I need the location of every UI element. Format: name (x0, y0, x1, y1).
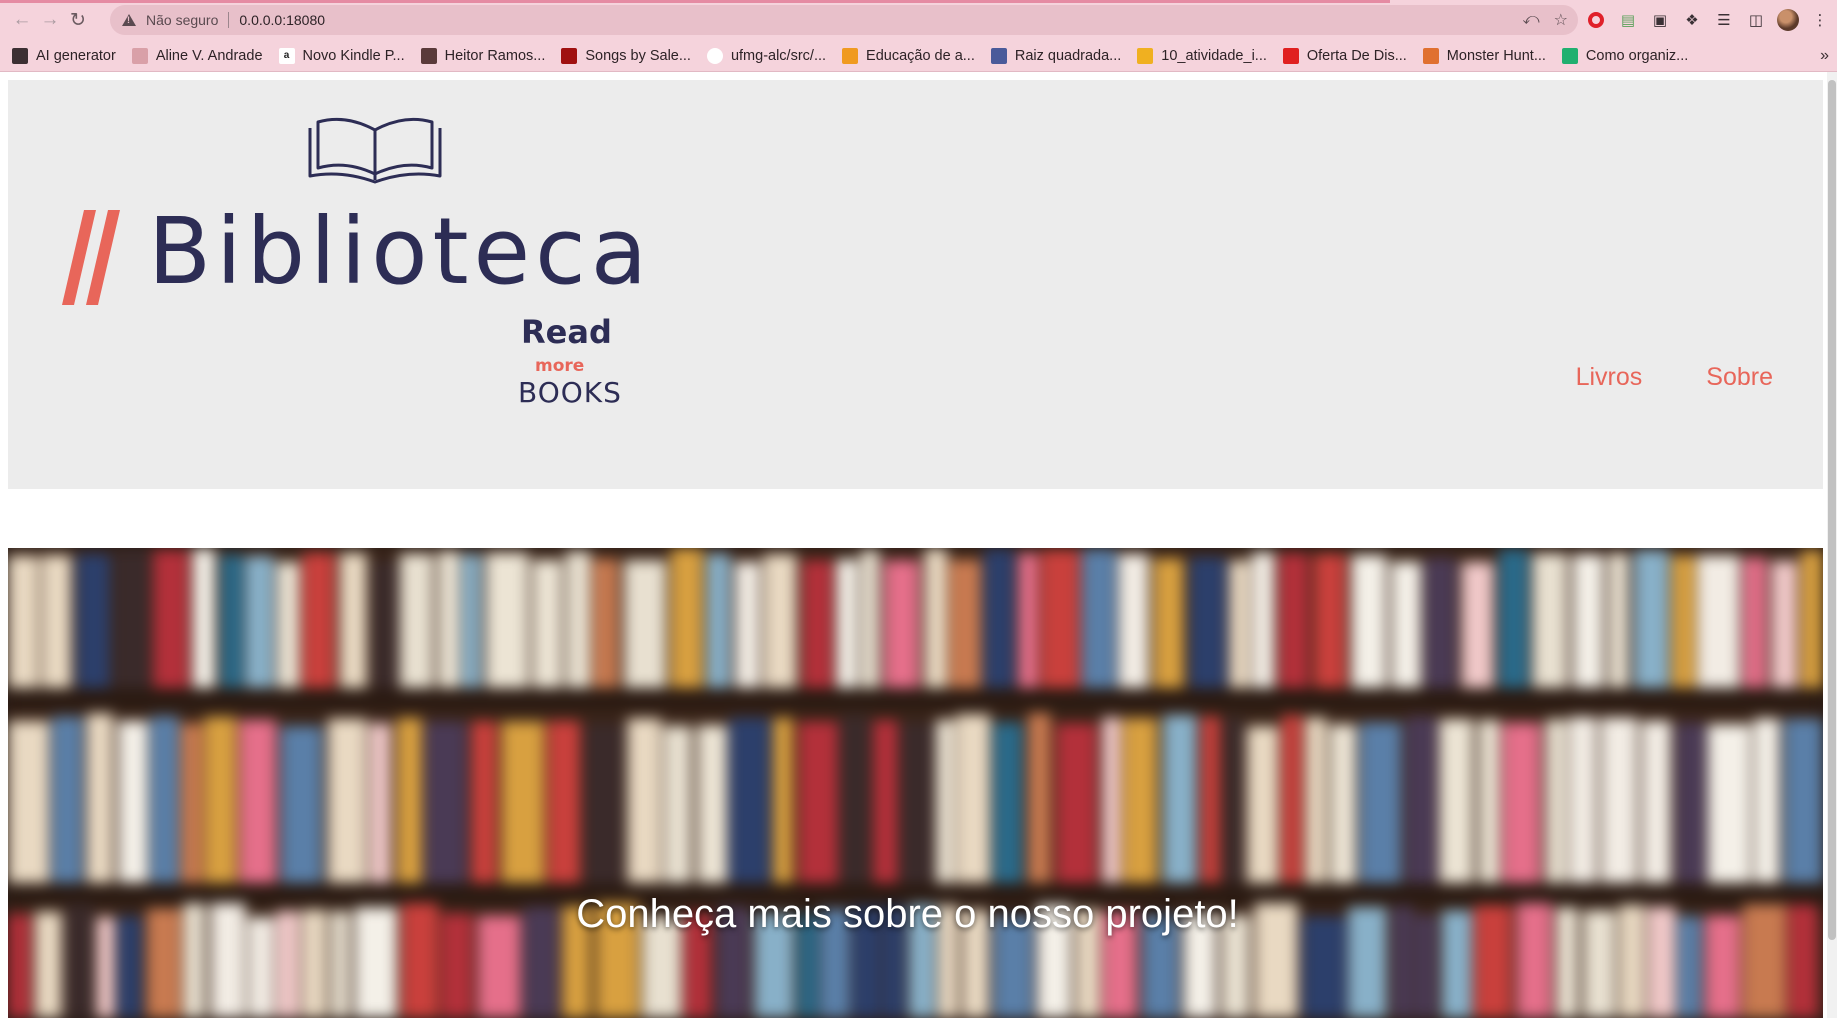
bookmark-label: Aline V. Andrade (155, 47, 263, 64)
reload-icon: ↻ (70, 9, 86, 31)
bookmark-label: AI generator (36, 47, 116, 64)
bookmark-label: Educação de a... (866, 47, 975, 64)
bookmark-item[interactable]: Como organiz... (1561, 47, 1689, 64)
media-button[interactable]: ☰ (1713, 9, 1735, 31)
bookmark-label: Heitor Ramos... (444, 47, 546, 64)
url-text[interactable]: 0.0.0.0:18080 (239, 12, 325, 28)
bookmark-label: ufmg-alc/src/... (730, 47, 827, 64)
bookmark-item[interactable]: Monster Hunt... (1422, 47, 1546, 64)
share-icon[interactable]: ⤺ (1523, 11, 1540, 29)
hero-banner (8, 548, 1823, 1018)
site-logo[interactable]: Biblioteca Read more BOOKS (56, 108, 647, 409)
logo-title: Biblioteca (148, 198, 653, 305)
slash-mark (62, 210, 120, 305)
menu-button[interactable]: ⋮ (1809, 9, 1831, 31)
bookmark-item[interactable]: ufmg-alc/src/... (706, 47, 827, 64)
page-scrollbar[interactable] (1827, 72, 1837, 1018)
divider (228, 12, 230, 28)
security-label[interactable]: Não seguro (146, 12, 218, 28)
github-icon (706, 47, 723, 64)
bookmark-label: Raiz quadrada... (1014, 47, 1122, 64)
logo-tagline-more: more (535, 356, 585, 376)
opera-icon (1588, 12, 1604, 28)
page-viewport: Biblioteca Read more BOOKS Livros Sobre … (0, 72, 1837, 1018)
nav-link-livros[interactable]: Livros (1576, 363, 1643, 392)
site-favicon (1561, 47, 1578, 64)
site-favicon (1137, 47, 1154, 64)
site-favicon (131, 47, 148, 64)
main-nav: Livros Sobre (1576, 363, 1773, 392)
bookshelf-image (8, 548, 1823, 1018)
avatar (1777, 9, 1799, 31)
star-icon[interactable]: ☆ (1554, 10, 1568, 30)
bookmark-label: Novo Kindle P... (302, 47, 405, 64)
side-panel-icon: ◫ (1748, 12, 1764, 29)
screenshot-extension-button[interactable]: ▣ (1649, 9, 1671, 31)
playlist-icon: ☰ (1717, 12, 1731, 29)
site-header: Biblioteca Read more BOOKS Livros Sobre (8, 80, 1823, 489)
bookmark-item[interactable]: Oferta De Dis... (1282, 47, 1407, 64)
opera-extension-button[interactable] (1585, 9, 1607, 31)
profile-button[interactable] (1777, 9, 1799, 31)
warning-icon (122, 14, 136, 26)
bookmark-label: 10_atividade_i... (1161, 47, 1267, 64)
bookmark-label: Como organiz... (1585, 47, 1689, 64)
site-favicon (561, 47, 578, 64)
bookmark-label: Monster Hunt... (1446, 47, 1546, 64)
logo-tagline-books: BOOKS (518, 376, 622, 409)
arrow-right-icon: → (40, 9, 60, 30)
puzzle-icon: ❖ (1685, 12, 1699, 29)
site-favicon (1282, 47, 1299, 64)
more-bookmarks-button[interactable]: » (1820, 40, 1829, 72)
extensions-area: ▤ ▣ ❖ ☰ ◫ ⋮ (1585, 6, 1831, 34)
back-button[interactable]: ← (8, 6, 36, 34)
bookmark-item[interactable]: 10_atividade_i... (1137, 47, 1267, 64)
bookmark-item[interactable]: Aline V. Andrade (131, 47, 263, 64)
reload-button[interactable]: ↻ (64, 6, 92, 34)
sheet-icon: ▤ (1620, 12, 1636, 29)
notes-extension-button[interactable]: ▤ (1617, 9, 1639, 31)
site-favicon (420, 47, 437, 64)
bookmark-label: Oferta De Dis... (1306, 47, 1407, 64)
arrow-left-icon: ← (12, 9, 32, 30)
bookmarks-bar: AI generator Aline V. Andrade a Novo Kin… (0, 40, 1837, 72)
chevron-double-right-icon: » (1820, 47, 1829, 64)
bookmark-item[interactable]: Songs by Sale... (561, 47, 691, 64)
bookmark-item[interactable]: a Novo Kindle P... (278, 47, 405, 64)
bookmark-item[interactable]: Raiz quadrada... (990, 47, 1122, 64)
page-load-progress (0, 0, 1390, 3)
bookmark-item[interactable]: AI generator (12, 47, 116, 64)
crop-icon: ▣ (1652, 12, 1668, 29)
forward-button[interactable]: → (36, 6, 64, 34)
bookmark-item[interactable]: Heitor Ramos... (420, 47, 546, 64)
logo-tagline-read: Read (521, 313, 612, 351)
scrollbar-thumb[interactable] (1828, 80, 1836, 940)
kebab-menu-icon: ⋮ (1812, 12, 1828, 29)
bookmark-item[interactable]: Educação de a... (842, 47, 975, 64)
folder-icon (12, 47, 28, 64)
side-panel-button[interactable]: ◫ (1745, 9, 1767, 31)
site-favicon (990, 47, 1007, 64)
amazon-icon: a (278, 47, 295, 64)
nav-link-sobre[interactable]: Sobre (1706, 363, 1773, 392)
hero-caption: Conheça mais sobre o nosso projeto! (576, 892, 1239, 936)
address-bar[interactable]: Não seguro 0.0.0.0:18080 ⤺ ☆ (110, 5, 1578, 35)
site-favicon (1422, 47, 1439, 64)
browser-toolbar: ← → ↻ Não seguro 0.0.0.0:18080 ⤺ ☆ ▤ ▣ ❖… (0, 0, 1837, 40)
bookmark-label: Songs by Sale... (585, 47, 691, 64)
site-favicon (842, 47, 859, 64)
extensions-button[interactable]: ❖ (1681, 9, 1703, 31)
